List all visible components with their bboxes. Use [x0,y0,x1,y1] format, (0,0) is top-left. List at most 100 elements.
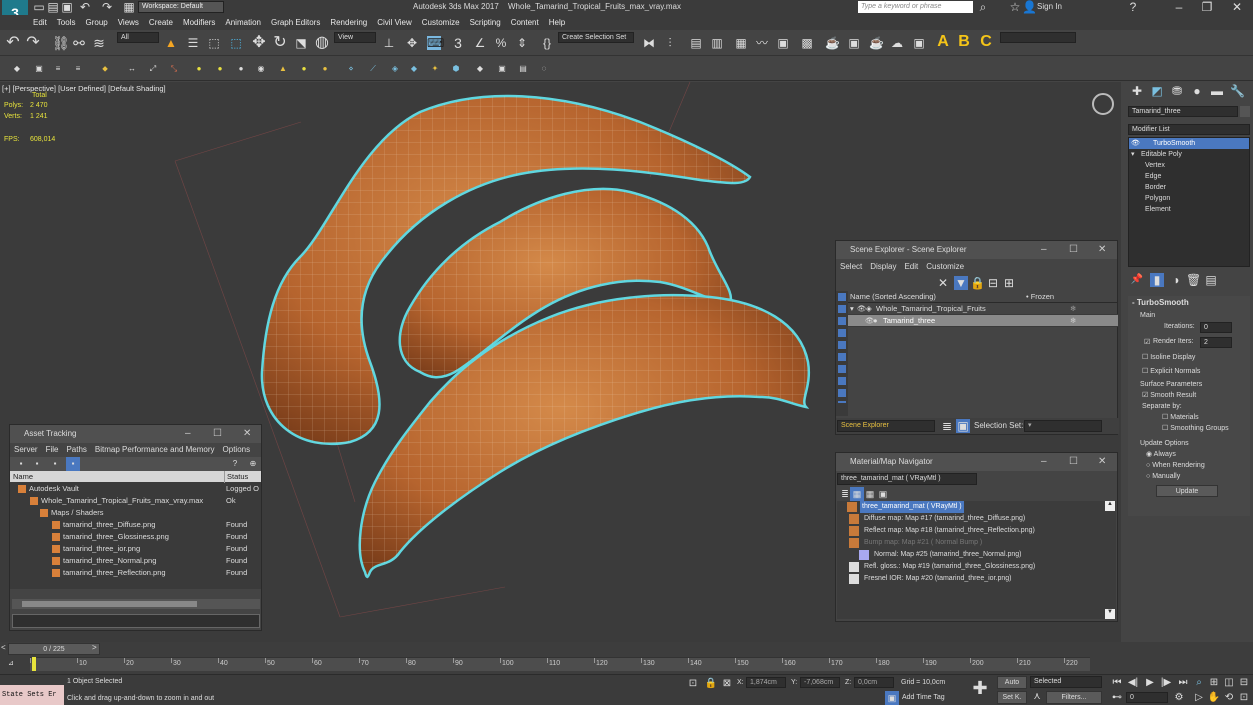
toggle-ribbon-icon[interactable]: ▥ [710,36,724,50]
cube-mode-icon[interactable]: ⟋ [366,62,380,76]
material-tree-item[interactable]: Normal: Map #25 (tamarind_three_Normal.p… [837,549,1107,561]
menu-tools[interactable]: Tools [52,15,81,30]
expand-icon[interactable]: ▾ [1131,149,1135,160]
asset-row[interactable]: Autodesk Vault Logged O [10,483,261,495]
checkin-icon[interactable]: ▪ [48,457,62,471]
render-cloud-icon[interactable]: ☁ [890,36,904,50]
close-icon[interactable]: ✕ [1230,0,1244,14]
mirror-mode-icon[interactable]: ⤢ [146,62,160,76]
motion-tab-icon[interactable]: ● [1190,84,1204,98]
lock-selection-icon[interactable]: 🔒 [704,677,718,691]
keyboard-shortcut-icon[interactable]: ⌨ [427,36,444,50]
minimize-icon[interactable]: – [1041,453,1047,471]
maximize-viewport-icon[interactable]: ⊡ [1237,691,1251,705]
explorer-mode-icon[interactable]: ▣ [956,419,970,433]
isoline-checkbox[interactable]: ☐ Isoline Display [1128,351,1250,365]
zoom-extents-all-icon[interactable]: ⊟ [1237,676,1251,690]
scene-menu-display[interactable]: Display [866,260,900,274]
eye-icon[interactable]: 👁 [1131,138,1140,149]
next-frame-icon[interactable]: > [92,643,97,652]
maximize-icon[interactable]: ☐ [1069,453,1078,471]
window-crossing-icon[interactable]: ⬚ [229,36,243,50]
time-config-icon[interactable]: ⚙ [1172,691,1186,705]
save-icon[interactable]: ▣ [60,0,74,14]
render-iterative-icon[interactable]: ☕ [869,36,884,50]
time-slider[interactable]: 0 / 225 [8,643,100,655]
asset-menu-file[interactable]: File [42,443,63,457]
play-icon[interactable]: ▶ [1143,676,1157,690]
material-tree-item[interactable]: Refl. gloss.: Map #19 (tamarind_three_Gl… [837,561,1107,573]
key-mode-icon[interactable]: ⋏ [1030,690,1044,704]
fov-icon[interactable]: ▷ [1192,691,1206,705]
material-tree-item[interactable]: Diffuse map: Map #17 (tamarind_three_Dif… [837,513,1107,525]
star-icon[interactable]: ☆ [1008,0,1022,14]
viewport-label[interactable]: [+] [Perspective] [User Defined] [Defaul… [2,84,166,93]
selection-set-dropdown[interactable]: ▾ [1024,420,1102,432]
vray-frame-buffer-icon[interactable]: ▣ [912,36,926,50]
asset-row[interactable]: tamarind_three_Diffuse.png Found [10,519,261,531]
materials-checkbox[interactable]: ☐ Materials [1128,412,1250,423]
help-icon[interactable]: ? [1126,0,1140,14]
select-manipulate-icon[interactable]: ✥ [405,36,419,50]
workspace-dropdown[interactable]: Workspace: Default [138,1,224,13]
extra-dropdown[interactable] [1000,32,1076,43]
select-by-name-icon[interactable]: ☰ [186,36,200,50]
text-a-icon[interactable]: A [936,34,950,50]
remove-modifier-icon[interactable]: 🗑 [1186,273,1201,287]
wire-mode-icon[interactable]: ⋄ [344,62,358,76]
key-filter-dropdown[interactable]: Selected [1030,676,1102,688]
undo-icon[interactable]: ↶ [78,0,92,14]
pin-icon[interactable]: ⊕ [246,457,260,471]
named-selection-icon[interactable]: {} [540,36,554,50]
prev-key-icon[interactable]: ◀| [1126,676,1140,690]
zoom-icon[interactable]: ⌕ [1192,676,1206,690]
selection-set-dropdown[interactable]: Create Selection Set [558,32,634,43]
material-name-field[interactable]: three_tamarind_mat ( VRayMtl ) [837,473,977,485]
menu-help[interactable]: Help [544,15,570,30]
rotate-icon[interactable]: ↻ [273,35,287,51]
asset-menu-paths[interactable]: Paths [62,443,90,457]
node-mode-icon[interactable]: ⬢ [449,62,463,76]
maximize-icon[interactable]: ☐ [213,425,222,443]
curve-editor-icon[interactable]: ▦ [734,36,748,50]
rollout-title[interactable]: - TurboSmooth [1128,296,1250,310]
transform-mode-icon[interactable]: ⊠ [720,677,734,691]
align-icon[interactable]: ⫶ [663,36,677,50]
current-frame-field[interactable]: 0 [1126,692,1168,703]
texture-mode-icon[interactable]: ◆ [407,62,421,76]
object-color-swatch[interactable] [1240,106,1250,117]
menu-customize[interactable]: Customize [417,15,465,30]
set-key-button[interactable]: Set K. [997,691,1027,704]
utilities-tab-icon[interactable]: 🔧 [1230,84,1245,98]
scene-explorer-titlebar[interactable]: Scene Explorer - Scene Explorer – ☐ ✕ [836,241,1117,259]
menu-civil-view[interactable]: Civil View [372,15,417,30]
spinner-snap-icon[interactable]: ⇕ [515,36,529,50]
snowflake-icon[interactable]: ❄ [1070,315,1076,327]
menu-content[interactable]: Content [506,15,544,30]
list-mode-icon[interactable]: ≡ [51,62,65,76]
small-icons-icon[interactable]: ▦ [863,487,877,501]
place-icon[interactable]: ◍ [315,35,329,51]
align-mode-icon[interactable]: ≡ [71,62,85,76]
modifier-stack-item[interactable]: 👁 TurboSmooth [1129,138,1249,149]
filters-button[interactable]: Filters... [1046,691,1102,704]
create-tab-icon[interactable]: ✚ [1130,84,1144,98]
y-coordinate-field[interactable]: -7,068cm [800,677,840,688]
maximize-icon[interactable]: ☐ [1069,241,1078,259]
layer-mode-icon[interactable]: ◆ [473,62,487,76]
when-rendering-radio[interactable]: ○ When Rendering [1128,460,1250,471]
unlink-icon[interactable]: ⚯ [72,36,86,50]
zoom-extents-icon[interactable]: ◫ [1222,676,1236,690]
list-view-icon[interactable]: ▪ [66,457,80,471]
mirror-icon[interactable]: ⧓ [642,36,656,50]
iterations-spinner[interactable]: 0 [1200,322,1232,333]
key-mode-toggle-icon[interactable]: ⊷ [1110,691,1124,705]
info-mode-icon[interactable]: ◌ [537,62,551,76]
menu-scripting[interactable]: Scripting [465,15,506,30]
grid-mode-icon[interactable]: ◈ [388,62,402,76]
layers-icon[interactable]: ≣ [940,419,954,433]
scene-row[interactable]: ▾ 👁 ◈ Whole_Tamarind_Tropical_Fruits ❄ [848,303,1118,315]
set-key-icon[interactable]: ✚ [970,679,990,701]
asset-menu-server[interactable]: Server [10,443,42,457]
close-icon[interactable]: ✕ [1098,453,1106,471]
